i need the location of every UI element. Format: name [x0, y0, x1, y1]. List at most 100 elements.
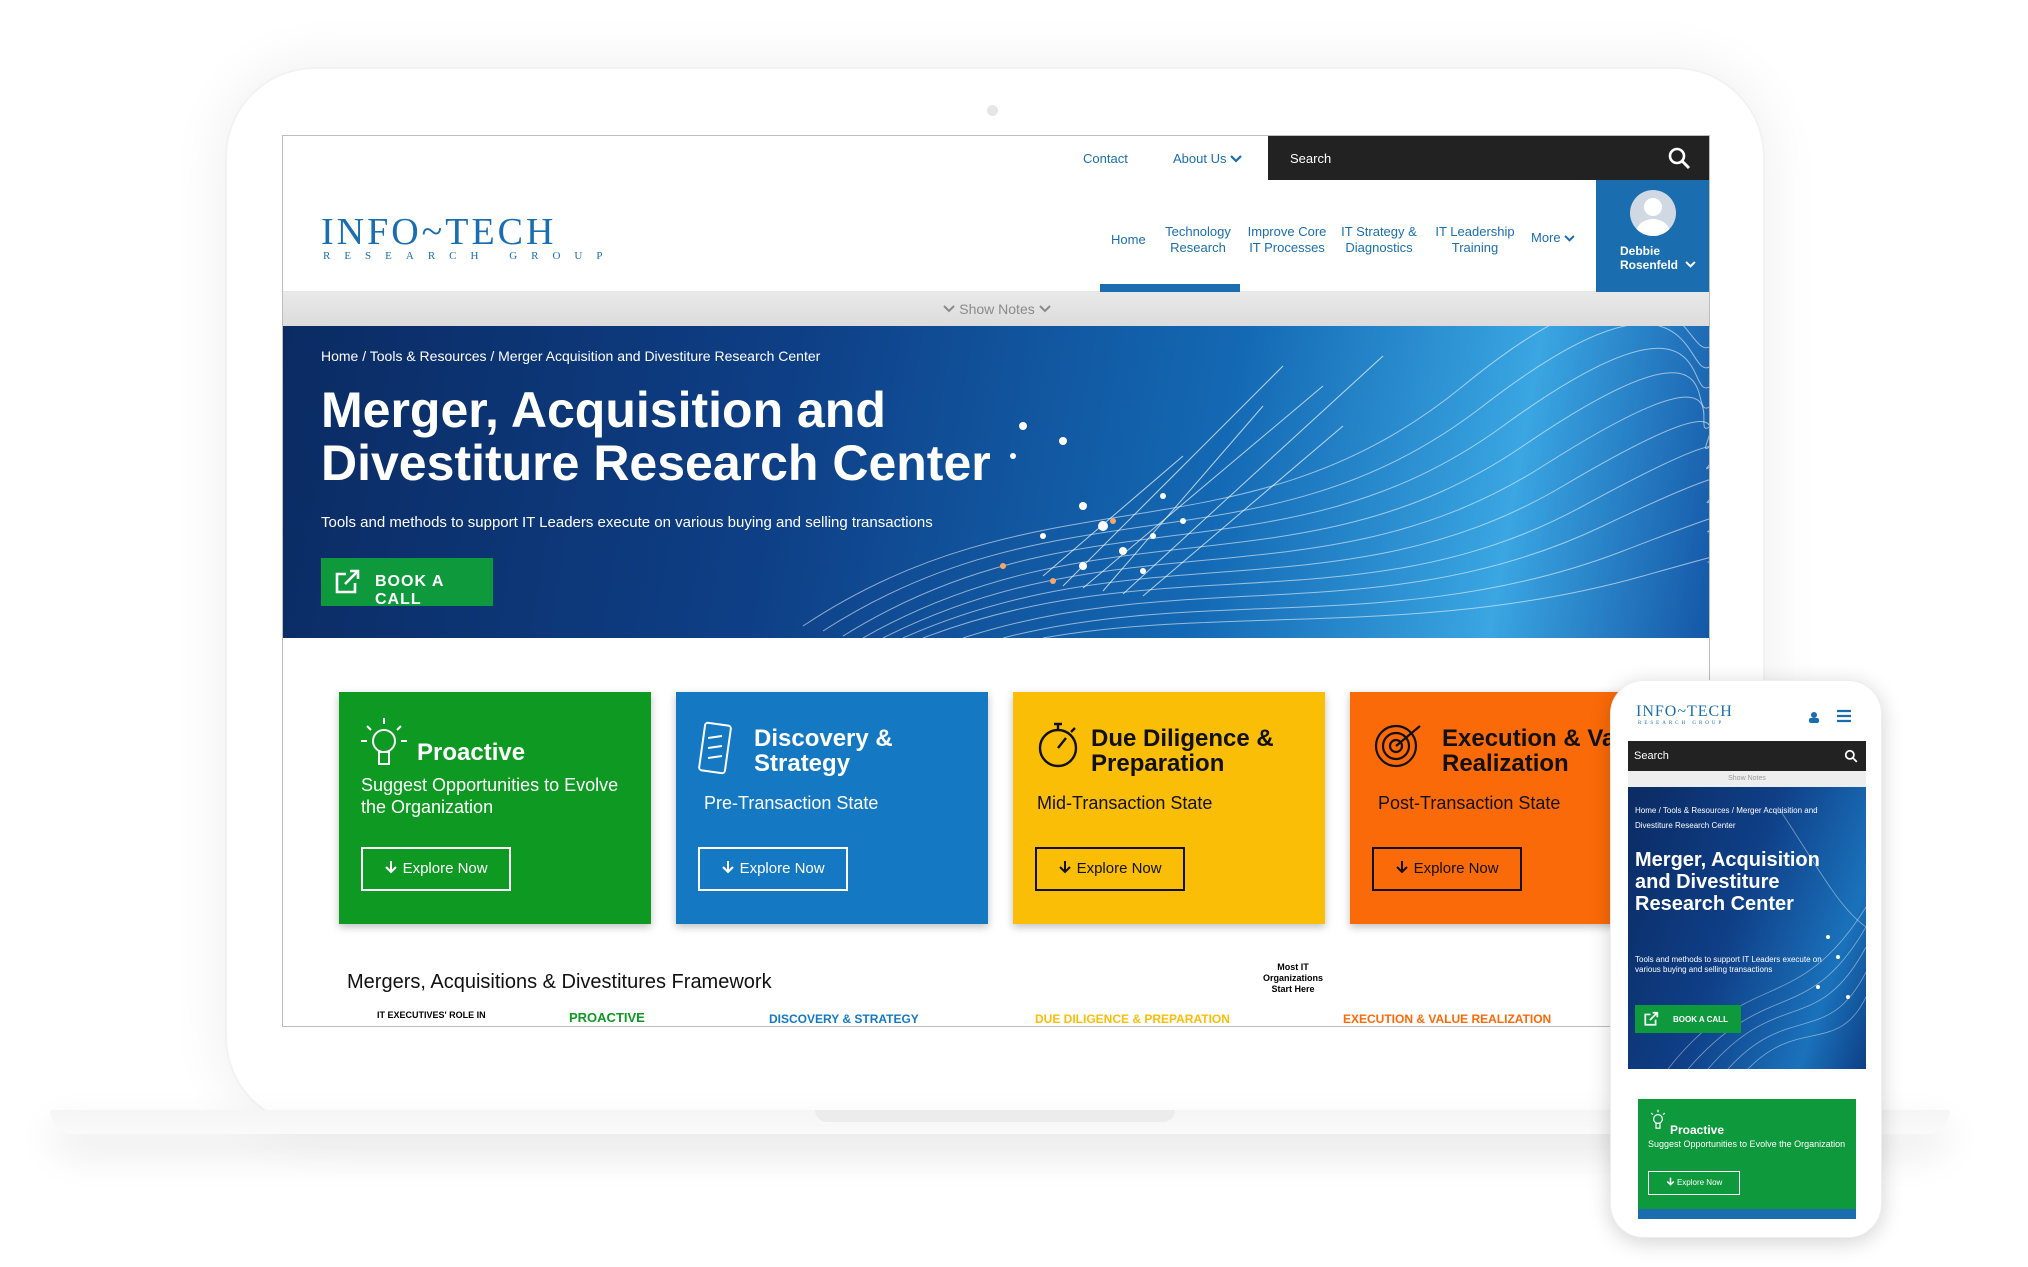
explore-now-label: Explore Now	[402, 860, 488, 877]
explore-now-button[interactable]: Explore Now	[1035, 847, 1185, 891]
phone-hero: Home / Tools & Resources / Merger Acquis…	[1628, 787, 1866, 1069]
phone-explore-now-button[interactable]: Explore Now	[1648, 1171, 1740, 1195]
card-subtitle: Suggest Opportunities to Evolve the Orga…	[361, 775, 619, 817]
phone-page-title: Merger, Acquisition and Divestiture Rese…	[1635, 849, 1820, 915]
book-a-call-label: BOOK A CALL	[375, 573, 444, 608]
phone-explore-now-label: Explore Now	[1676, 1178, 1723, 1187]
logo-main-text: INFO~TECH	[321, 211, 557, 253]
laptop-base-notch	[815, 1110, 1175, 1122]
nav-it-strategy-diagnostics[interactable]: IT Strategy & Diagnostics	[1339, 224, 1419, 256]
nav-improve-core-it-processes[interactable]: Improve Core IT Processes	[1245, 224, 1329, 256]
card-title: Due Diligence & Preparation	[1091, 725, 1274, 777]
laptop-camera	[987, 105, 998, 116]
phone-logo[interactable]: INFO~TECH	[1636, 703, 1733, 721]
logo-sub-text: RESEARCH GROUP	[323, 250, 617, 262]
card-subtitle: Pre-Transaction State	[704, 793, 879, 813]
phone-search-input[interactable]: Search	[1628, 741, 1866, 771]
mockup-stage: Contact About Us Search INFO~TECH RESEAR…	[0, 0, 2028, 1267]
laptop-screen: Contact About Us Search INFO~TECH RESEAR…	[282, 135, 1710, 1027]
phase-cards: Proactive Suggest Opportunities to Evolv…	[283, 692, 1709, 932]
card-title: Proactive	[417, 739, 526, 766]
user-name: Debbie Rosenfeld	[1620, 244, 1696, 272]
arrow-down-icon	[385, 861, 398, 874]
phone-screen: INFO~TECH RESEARCH GROUP Search Show Not…	[1628, 697, 1866, 1222]
hero-banner: Home / Tools & Resources / Merger Acquis…	[283, 326, 1709, 638]
arrow-down-icon	[1396, 861, 1409, 874]
card-subtitle: Post-Transaction State	[1378, 793, 1561, 813]
framework-discovery: DISCOVERY & STRATEGY	[769, 1012, 919, 1026]
search-input[interactable]: Search	[1268, 136, 1709, 180]
target-icon	[1374, 724, 1421, 768]
chevron-down-icon	[1230, 155, 1242, 163]
breadcrumb[interactable]: Home / Tools & Resources / Merger Acquis…	[321, 348, 820, 364]
nav-it-leadership-training[interactable]: IT Leadership Training	[1433, 224, 1517, 256]
explore-now-label: Explore Now	[1076, 860, 1162, 877]
chevron-down-icon	[1685, 261, 1696, 268]
card-subtitle: Mid-Transaction State	[1037, 793, 1213, 813]
main-navigation: INFO~TECH RESEARCH GROUP Home Technology…	[283, 180, 1709, 292]
phone-card-subtitle: Suggest Opportunities to Evolve the Orga…	[1648, 1139, 1846, 1149]
user-icon[interactable]	[1808, 711, 1820, 723]
user-menu[interactable]: Debbie Rosenfeld	[1596, 180, 1709, 292]
phone-card-proactive: Proactive Suggest Opportunities to Evolv…	[1638, 1099, 1856, 1219]
framework-strip: IT EXECUTIVES' ROLE IN PROACTIVE DISCOVE…	[283, 962, 1709, 1026]
chevron-down-icon	[1038, 305, 1051, 313]
card-discovery-strategy: Discovery & Strategy Pre-Transaction Sta…	[676, 692, 988, 924]
show-notes-toggle[interactable]: Show Notes	[283, 292, 1709, 326]
explore-now-button[interactable]: Explore Now	[1372, 847, 1522, 891]
card-proactive: Proactive Suggest Opportunities to Evolv…	[339, 692, 651, 924]
contact-link[interactable]: Contact	[1083, 151, 1128, 166]
about-us-link[interactable]: About Us	[1173, 151, 1242, 166]
book-a-call-button[interactable]: BOOK A CALL	[321, 558, 493, 608]
chevron-down-icon	[943, 305, 956, 313]
explore-now-button[interactable]: Explore Now	[361, 847, 511, 891]
explore-now-label: Explore Now	[739, 860, 825, 877]
nav-home[interactable]: Home	[1111, 232, 1146, 248]
framework-role-label: IT EXECUTIVES' ROLE IN	[377, 1010, 486, 1020]
search-icon[interactable]	[1844, 749, 1858, 763]
about-us-label: About Us	[1173, 151, 1227, 166]
nav-technology-research[interactable]: Technology Research	[1163, 224, 1233, 256]
phone-show-notes[interactable]: Show Notes	[1628, 771, 1866, 787]
search-icon[interactable]	[1667, 146, 1691, 170]
hero-subtitle: Tools and methods to support IT Leaders …	[321, 514, 933, 531]
phone-hero-subtitle: Tools and methods to support IT Leaders …	[1635, 955, 1822, 974]
next-card-peek	[1638, 1209, 1856, 1219]
phone-breadcrumb[interactable]: Home / Tools & Resources / Merger Acquis…	[1635, 803, 1855, 833]
framework-heading: Mergers, Acquisitions & Divestitures Fra…	[347, 971, 772, 993]
nav-more[interactable]: More	[1531, 230, 1575, 246]
framework-execution: EXECUTION & VALUE REALIZATION	[1343, 1012, 1552, 1026]
clipboard-strategy-icon	[698, 721, 732, 775]
chevron-down-icon	[1564, 234, 1575, 242]
phone-book-a-call-label: BOOK A CALL	[1673, 1015, 1728, 1024]
page-title: Merger, Acquisition and Divestiture Rese…	[321, 382, 991, 491]
hamburger-menu-icon[interactable]	[1836, 709, 1852, 723]
utility-bar: Contact About Us Search	[283, 136, 1709, 180]
nav-more-label: More	[1531, 230, 1561, 245]
framework-proactive: PROACTIVE	[569, 1010, 645, 1025]
lightbulb-icon	[361, 718, 407, 765]
avatar	[1630, 190, 1676, 236]
search-label: Search	[1290, 151, 1332, 166]
card-title: Discovery & Strategy	[754, 725, 893, 777]
phone-card-title: Proactive	[1670, 1123, 1725, 1137]
external-link-icon	[335, 569, 360, 594]
active-nav-indicator	[1100, 284, 1240, 292]
user-name-text: Debbie Rosenfeld	[1620, 244, 1679, 272]
arrow-down-icon	[1666, 1177, 1674, 1186]
info-tech-logo[interactable]: INFO~TECH RESEARCH GROUP	[321, 210, 617, 262]
explore-now-label: Explore Now	[1413, 860, 1499, 877]
arrow-down-icon	[1059, 861, 1072, 874]
lightbulb-icon	[1650, 1109, 1666, 1129]
card-due-diligence: Due Diligence & Preparation Mid-Transact…	[1013, 692, 1325, 924]
explore-now-button[interactable]: Explore Now	[698, 847, 848, 891]
phone-logo-sub: RESEARCH GROUP	[1638, 721, 1725, 726]
external-link-icon	[1644, 1011, 1659, 1026]
stopwatch-icon	[1038, 722, 1078, 768]
framework-due-diligence: DUE DILIGENCE & PREPARATION	[1035, 1012, 1230, 1026]
arrow-down-icon	[722, 861, 735, 874]
show-notes-label: Show Notes	[959, 301, 1035, 317]
framework-note: Most IT Organizations Start Here	[1262, 962, 1323, 994]
phone-book-a-call-button[interactable]: BOOK A CALL	[1635, 1005, 1741, 1033]
phone-search-label: Search	[1634, 750, 1669, 762]
